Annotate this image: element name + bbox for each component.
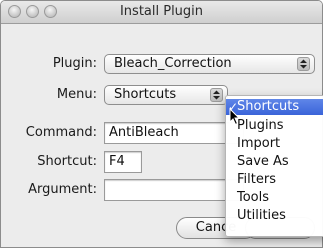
title-bar[interactable]: Install Plugin (1, 1, 322, 24)
up-down-arrows-icon (210, 88, 223, 102)
menu-item-label: Plugins (237, 118, 284, 133)
plugin-value: Bleach_Correction (114, 56, 232, 71)
shortcut-label: Shortcut: (37, 154, 97, 169)
menu-item-filters[interactable]: Filters (226, 172, 323, 188)
menu-item-label: Tools (237, 190, 270, 205)
menu-item-utilities[interactable]: Utilities (226, 208, 323, 224)
menu-item-label: Save As (237, 154, 289, 169)
menu-value: Shortcuts (114, 87, 177, 102)
plugin-label: Plugin: (52, 56, 97, 71)
menu-item-label: Filters (237, 172, 276, 187)
argument-label: Argument: (28, 182, 97, 197)
argument-field[interactable] (104, 179, 244, 201)
shortcut-field[interactable]: F4 (104, 151, 142, 173)
menu-item-tools[interactable]: Tools (226, 190, 323, 206)
plugin-popup[interactable]: Bleach_Correction (104, 54, 315, 74)
window-title: Install Plugin (119, 4, 204, 19)
menu-item-label: Utilities (237, 208, 286, 223)
menu-item-label: Shortcuts (237, 99, 300, 114)
command-field[interactable]: AntiBleach (104, 122, 244, 144)
up-down-arrows-icon (297, 57, 310, 71)
menu-item-import[interactable]: Import (226, 136, 323, 152)
mouse-pointer-icon (229, 108, 241, 126)
command-label: Command: (25, 125, 97, 140)
menu-item-label: Import (237, 136, 281, 151)
menu-label: Menu: (56, 87, 97, 102)
menu-popup[interactable]: Shortcuts (104, 85, 228, 105)
menu-item-save-as[interactable]: Save As (226, 154, 323, 170)
